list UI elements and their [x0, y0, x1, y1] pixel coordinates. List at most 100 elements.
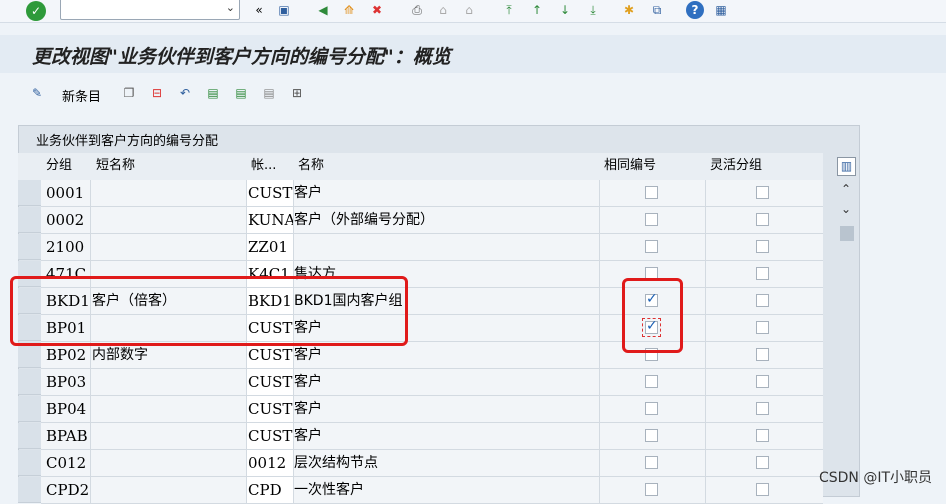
name-cell: 客户	[294, 185, 322, 201]
short-name-cell	[92, 180, 246, 206]
row-selector[interactable]	[18, 396, 41, 422]
same-number-checkbox[interactable]	[645, 456, 658, 469]
group-cell: BPAB	[46, 427, 88, 445]
short-name-cell	[92, 477, 246, 503]
flexible-group-checkbox[interactable]	[756, 186, 769, 199]
name-cell: 层次结构节点	[294, 455, 378, 471]
select-block-icon[interactable]: ▤	[232, 84, 250, 102]
application-toolbar: ✎ 新条目 ❐ ⊟ ↶ ▤ ▤ ▤ ⊞	[0, 80, 946, 108]
next-page-icon[interactable]: ↓	[556, 1, 574, 19]
name-cell: 客户	[294, 428, 322, 444]
same-number-checkbox[interactable]	[645, 213, 658, 226]
table-row: BP03 CUST 客户	[41, 369, 823, 396]
scroll-thumb[interactable]	[840, 226, 854, 241]
group-cell: 0002	[46, 211, 85, 229]
row-selector[interactable]	[18, 423, 41, 449]
row-selector[interactable]	[18, 207, 41, 233]
shortcut-icon[interactable]: ⧉	[648, 1, 666, 19]
select-all-icon[interactable]: ▤	[204, 84, 222, 102]
scroll-up-icon[interactable]: ⌃	[841, 182, 851, 196]
edit-glasses-icon[interactable]: ✎	[28, 84, 46, 102]
flexible-group-checkbox[interactable]	[756, 213, 769, 226]
highlight-box-rows	[10, 276, 408, 346]
group-cell: C012	[46, 454, 87, 472]
save-icon[interactable]: ▣	[275, 1, 293, 19]
help-icon[interactable]: ?	[686, 1, 704, 19]
row-selector[interactable]	[18, 369, 41, 395]
table-caption: 业务伙伴到客户方向的编号分配	[36, 134, 219, 149]
account-group-field[interactable]: CUST	[247, 180, 293, 206]
same-number-checkbox[interactable]	[645, 402, 658, 415]
deselect-all-icon[interactable]: ▤	[260, 84, 278, 102]
same-number-checkbox[interactable]	[645, 375, 658, 388]
flexible-group-checkbox[interactable]	[756, 267, 769, 280]
print-icon[interactable]: ⎙	[408, 1, 426, 19]
table-row: 0002 KUNA 客户（外部编号分配）	[41, 207, 823, 234]
new-entries-button[interactable]: 新条目	[62, 86, 101, 105]
account-group-field[interactable]: 0012	[247, 450, 293, 476]
layout-menu-icon[interactable]: ▦	[712, 1, 730, 19]
short-name-cell	[92, 369, 246, 395]
column-header-same-number[interactable]: 相同编号	[604, 153, 656, 179]
last-page-icon[interactable]: ⤓	[584, 1, 602, 19]
column-header-flexible-group[interactable]: 灵活分组	[710, 153, 762, 179]
cancel-icon[interactable]: ✖	[368, 1, 386, 19]
flexible-group-checkbox[interactable]	[756, 429, 769, 442]
first-page-icon[interactable]: ⤒	[500, 1, 518, 19]
column-header-group[interactable]: 分组	[46, 153, 72, 179]
flexible-group-checkbox[interactable]	[756, 402, 769, 415]
flexible-group-checkbox[interactable]	[756, 348, 769, 361]
account-group-field[interactable]: CUST	[247, 369, 293, 395]
name-cell	[294, 234, 599, 260]
collapse-icon[interactable]: «	[250, 1, 268, 19]
short-name-cell	[92, 450, 246, 476]
flexible-group-checkbox[interactable]	[756, 321, 769, 334]
find-next-icon[interactable]: ⌂	[460, 1, 478, 19]
back-icon[interactable]: ◀	[314, 1, 332, 19]
new-session-icon[interactable]: ✱	[620, 1, 638, 19]
same-number-checkbox[interactable]	[645, 186, 658, 199]
command-field[interactable]: ⌄	[60, 0, 240, 20]
vertical-scrollbar[interactable]: ⌃ ⌄	[838, 180, 856, 497]
variant-icon[interactable]: ⊞	[288, 84, 306, 102]
same-number-checkbox[interactable]	[645, 429, 658, 442]
flexible-group-checkbox[interactable]	[756, 375, 769, 388]
flexible-group-checkbox[interactable]	[756, 294, 769, 307]
group-cell: CPD2	[46, 481, 90, 499]
scroll-down-icon[interactable]: ⌄	[841, 202, 851, 216]
chevron-down-icon[interactable]: ⌄	[226, 1, 235, 14]
copy-icon[interactable]: ❐	[120, 84, 138, 102]
same-number-checkbox[interactable]	[645, 483, 658, 496]
account-group-field[interactable]: CUST	[247, 423, 293, 449]
row-selector[interactable]	[18, 180, 41, 206]
same-number-checkbox[interactable]	[645, 240, 658, 253]
flexible-group-checkbox[interactable]	[756, 483, 769, 496]
column-header-name[interactable]: 名称	[298, 153, 324, 179]
column-header-short-name[interactable]: 短名称	[96, 153, 135, 179]
delete-icon[interactable]: ⊟	[148, 84, 166, 102]
table-row: 0001 CUST 客户	[41, 180, 823, 207]
account-group-field[interactable]: KUNA	[247, 207, 293, 233]
column-header-account-group[interactable]: 帐...	[251, 153, 276, 179]
enter-icon[interactable]: ✓	[26, 1, 46, 21]
account-group-field[interactable]: CUST	[247, 396, 293, 422]
table-row: BPAB CUST 客户	[41, 423, 823, 450]
exit-icon[interactable]: ⟰	[340, 1, 358, 19]
flexible-group-checkbox[interactable]	[756, 456, 769, 469]
row-selector[interactable]	[18, 477, 41, 503]
previous-page-icon[interactable]: ↑	[528, 1, 546, 19]
table-row: BP04 CUST 客户	[41, 396, 823, 423]
flexible-group-checkbox[interactable]	[756, 240, 769, 253]
find-icon[interactable]: ⌂	[434, 1, 452, 19]
undo-icon[interactable]: ↶	[176, 84, 194, 102]
name-cell: 客户	[294, 374, 322, 390]
short-name-cell	[92, 396, 246, 422]
account-group-field[interactable]: ZZ01	[247, 234, 293, 260]
system-toolbar: ✓ ⌄ « ▣ ◀ ⟰ ✖ ⎙ ⌂ ⌂ ⤒ ↑ ↓ ⤓ ✱ ⧉ ? ▦	[0, 0, 946, 23]
group-cell: 0001	[46, 184, 85, 202]
row-selector[interactable]	[18, 234, 41, 260]
name-cell: 一次性客户	[294, 482, 364, 498]
column-settings-icon[interactable]: ▥	[837, 157, 856, 176]
row-selector[interactable]	[18, 450, 41, 476]
account-group-field[interactable]: CPD	[247, 477, 293, 503]
